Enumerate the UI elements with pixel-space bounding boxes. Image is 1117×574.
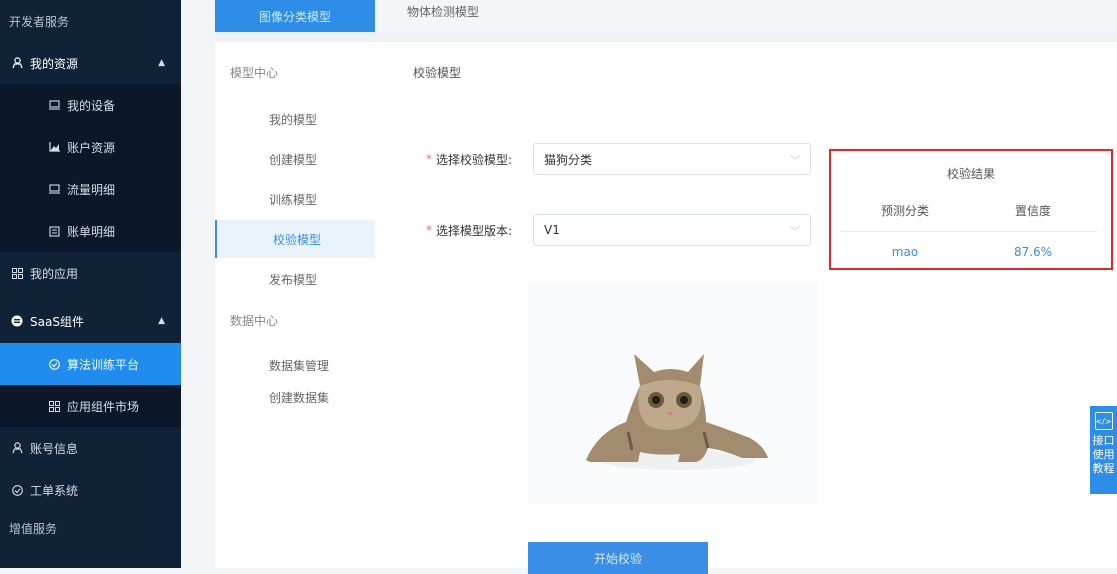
menu-item-create-model[interactable]: 创建模型	[215, 140, 375, 178]
account-icon	[10, 441, 24, 455]
tab-divider	[215, 32, 1117, 42]
table-row: mao 87.6%	[841, 232, 1097, 272]
page-title: 校验模型	[413, 66, 462, 80]
tab-image-classify[interactable]: 图像分类模型	[215, 0, 375, 32]
chevron-up-icon: ▲	[158, 316, 165, 326]
sidebar-item-algo-platform[interactable]: 算法训练平台	[0, 343, 181, 385]
algo-icon	[47, 357, 61, 371]
api-tutorial-button[interactable]: </> 接口使用教程	[1090, 406, 1117, 494]
sidebar-item-bill-details[interactable]: 账单明细	[0, 210, 181, 252]
ticket-icon	[10, 483, 24, 497]
chevron-down-icon: ﹀	[790, 226, 800, 238]
menu-item-publish-model[interactable]: 发布模型	[215, 260, 375, 298]
sidebar-item-app-market[interactable]: 应用组件市场	[0, 385, 181, 427]
version-select[interactable]: V1 ﹀	[533, 214, 811, 246]
result-title: 校验结果	[946, 167, 995, 181]
confidence-value: 87.6%	[1013, 245, 1053, 259]
predicted-class: mao	[891, 245, 919, 259]
sidebar-section-value-added: 增值服务	[9, 521, 58, 536]
bill-icon	[47, 224, 61, 238]
saas-icon	[10, 314, 24, 328]
sidebar-item-my-devices[interactable]: 我的设备	[0, 84, 181, 126]
version-select-value: V1	[544, 223, 560, 237]
sidebar-section-developer: 开发者服务	[9, 14, 70, 29]
chevron-down-icon: ﹀	[790, 155, 800, 167]
version-select-row: * 选择模型版本: V1 ﹀	[426, 214, 811, 246]
chevron-up-icon: ▲	[158, 58, 165, 68]
user-icon	[10, 56, 24, 70]
market-icon	[47, 399, 61, 413]
version-select-label: 选择模型版本:	[436, 223, 513, 238]
model-menu: 模型中心 我的模型 创建模型 训练模型 校验模型 发布模型 数据中心 数据集管理…	[215, 42, 375, 568]
sidebar-item-saas-components[interactable]: SaaS组件 ▲	[0, 300, 181, 342]
table-header: 预测分类 置信度	[841, 189, 1097, 232]
sidebar-item-account-info[interactable]: 账号信息	[0, 427, 181, 469]
result-panel: 校验结果 预测分类 置信度 mao 87.6%	[829, 149, 1113, 270]
required-mark: *	[426, 152, 432, 166]
result-table: 预测分类 置信度 mao 87.6%	[841, 189, 1097, 272]
menu-heading-data-center: 数据中心	[230, 314, 279, 328]
model-select-row: * 选择校验模型: 猫狗分类 ﹀	[426, 143, 811, 175]
start-verify-button[interactable]: 开始校验	[528, 542, 708, 574]
apps-icon	[10, 266, 24, 280]
tab-object-detect[interactable]: 物体检测模型	[407, 0, 479, 22]
menu-item-my-models[interactable]: 我的模型	[215, 100, 375, 138]
menu-item-verify-model[interactable]: 校验模型	[215, 220, 375, 258]
sidebar-item-my-resources[interactable]: 我的资源 ▲	[0, 42, 181, 84]
cat-image	[528, 282, 818, 504]
sidebar: 开发者服务 我的资源 ▲ 我的设备 账户资源 流量明细 账单明细 我的应用 Sa…	[0, 0, 181, 568]
model-select-value: 猫狗分类	[544, 152, 593, 167]
menu-item-create-dataset[interactable]: 创建数据集	[215, 378, 375, 416]
code-icon: </>	[1094, 412, 1113, 430]
menu-heading-model-center: 模型中心	[230, 66, 279, 80]
required-mark: *	[426, 223, 432, 237]
column-header-confidence: 置信度	[1014, 203, 1051, 218]
menu-item-train-model[interactable]: 训练模型	[215, 180, 375, 218]
sidebar-item-my-apps[interactable]: 我的应用	[0, 252, 181, 294]
model-select-label: 选择校验模型:	[436, 152, 513, 167]
sidebar-item-ticket-system[interactable]: 工单系统	[0, 469, 181, 511]
model-tabs: 图像分类模型 物体检测模型	[215, 0, 1117, 32]
main-panel: 模型中心 我的模型 创建模型 训练模型 校验模型 发布模型 数据中心 数据集管理…	[215, 42, 1117, 574]
column-header-class: 预测分类	[880, 203, 929, 218]
model-select[interactable]: 猫狗分类 ﹀	[533, 143, 811, 175]
chart-icon	[47, 140, 61, 154]
sidebar-item-account-resources[interactable]: 账户资源	[0, 126, 181, 168]
device-icon	[47, 98, 61, 112]
flow-icon	[47, 182, 61, 196]
sidebar-item-traffic-details[interactable]: 流量明细	[0, 168, 181, 210]
api-tutorial-label: 接口使用教程	[1092, 434, 1115, 475]
